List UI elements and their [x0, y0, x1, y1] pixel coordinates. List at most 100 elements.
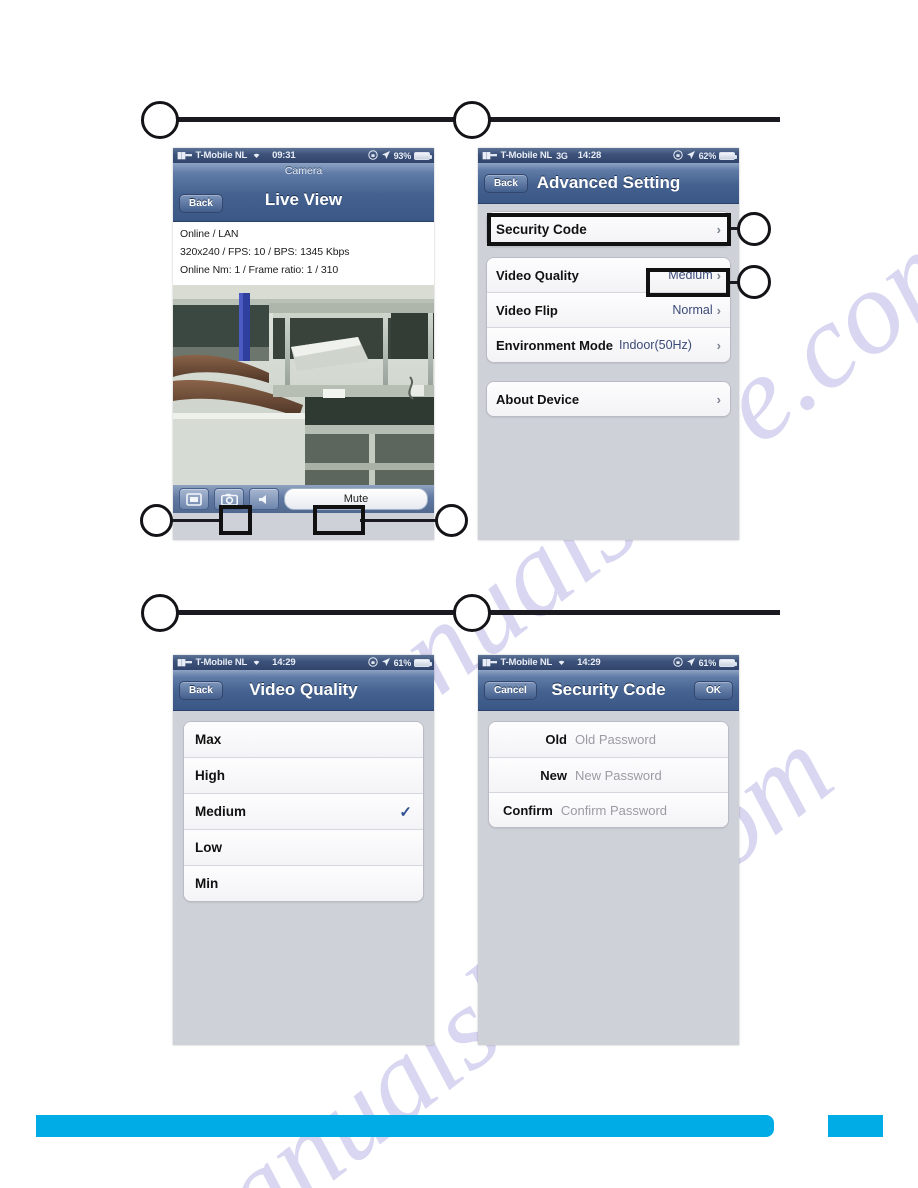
chevron-right-icon: › — [716, 302, 721, 318]
battery-icon — [719, 658, 737, 667]
speaker-button[interactable] — [249, 488, 279, 510]
new-password-row[interactable]: New New Password — [489, 757, 728, 792]
clock-label: 09:31 — [272, 150, 296, 161]
phone-live-view: ▮▮▪▪▪ T-Mobile NL 09:31 93% Camera Live … — [173, 148, 434, 540]
battery-percent-label: 93% — [393, 150, 412, 161]
live-video-frame[interactable] — [173, 285, 434, 485]
wifi-icon — [251, 150, 262, 161]
new-password-label: New — [540, 767, 567, 783]
option-row-high[interactable]: High — [184, 757, 423, 793]
status-bar: ▮▮▪▪▪ T-Mobile NL 3G 14:28 62% — [478, 148, 739, 163]
highlight-security-code — [487, 213, 731, 246]
signal-bars-icon: ▮▮▪▪▪ — [177, 150, 193, 160]
highlight-camera-button — [219, 505, 252, 535]
phone-security-code: ▮▮▪▪▪ T-Mobile NL 14:29 61% Security Cod… — [478, 655, 739, 1045]
callout-circle-security-code — [737, 212, 771, 246]
highlight-mute-button — [313, 505, 365, 535]
location-arrow-icon — [686, 150, 696, 162]
network-type-label: 3G — [556, 150, 568, 161]
option-row-medium[interactable]: Medium ✓ — [184, 793, 423, 829]
callout-circle-top-mid — [453, 101, 491, 139]
battery-icon — [414, 658, 432, 667]
clock-label: 14:29 — [272, 657, 296, 668]
nav-bar: Camera Live View Back — [173, 163, 434, 222]
back-button[interactable]: Back — [179, 680, 223, 700]
clock-label: 14:29 — [577, 657, 601, 668]
cancel-button[interactable]: Cancel — [484, 680, 537, 700]
nav-bar: Advanced Setting Back — [478, 163, 739, 204]
confirm-password-row[interactable]: Confirm Confirm Password — [489, 792, 728, 827]
checkmark-icon: ✓ — [399, 803, 412, 821]
row-label: About Device — [496, 391, 580, 407]
callout-circle-top-left — [141, 101, 179, 139]
carrier-label: T-Mobile NL — [195, 657, 248, 668]
location-arrow-icon — [686, 657, 696, 669]
video-flip-row[interactable]: Video Flip Normal › — [487, 292, 730, 327]
callout-leader-camera — [166, 519, 222, 522]
nav-subtitle: Camera — [284, 165, 323, 177]
rotation-lock-icon — [672, 656, 683, 669]
settings-group: About Device › — [486, 381, 731, 417]
old-password-input[interactable]: Old Password — [575, 732, 656, 747]
new-password-input[interactable]: New Password — [575, 768, 662, 783]
about-device-row[interactable]: About Device › — [487, 382, 730, 416]
status-bar: ▮▮▪▪▪ T-Mobile NL 14:29 61% — [173, 655, 434, 670]
video-still-image — [173, 285, 434, 485]
screen-capture-icon — [186, 492, 202, 506]
callout-circle-mid-left — [141, 594, 179, 632]
ok-button[interactable]: OK — [694, 680, 733, 700]
location-arrow-icon — [381, 150, 391, 162]
status-bar: ▮▮▪▪▪ T-Mobile NL 09:31 93% — [173, 148, 434, 163]
footer-page-chip — [828, 1115, 883, 1137]
carrier-label: T-Mobile NL — [500, 657, 553, 668]
option-label: Max — [195, 732, 222, 747]
carrier-label: T-Mobile NL — [500, 150, 553, 161]
option-row-min[interactable]: Min — [184, 865, 423, 901]
row-label: Video Flip — [496, 302, 558, 318]
rotation-lock-icon — [367, 149, 378, 162]
wifi-icon — [251, 657, 262, 668]
stream-info-block: Online / LAN 320x240 / FPS: 10 / BPS: 13… — [173, 222, 434, 285]
battery-icon — [719, 151, 737, 160]
old-password-row[interactable]: Old Old Password — [489, 722, 728, 757]
chevron-right-icon: › — [716, 337, 721, 353]
nav-bar: Security Code Cancel OK — [478, 670, 739, 711]
confirm-password-label: Confirm — [503, 802, 553, 818]
back-button[interactable]: Back — [179, 193, 223, 213]
back-button[interactable]: Back — [484, 173, 528, 193]
callout-circle-camera — [140, 504, 173, 537]
nav-bar: Video Quality Back — [173, 670, 434, 711]
rotation-lock-icon — [672, 149, 683, 162]
environment-mode-value: Indoor(50Hz) — [619, 338, 692, 352]
carrier-label: T-Mobile NL — [195, 150, 248, 161]
quality-options-list: Max High Medium ✓ Low Min — [173, 711, 434, 902]
option-label: Min — [195, 876, 219, 891]
old-password-label: Old — [545, 732, 567, 747]
phone-video-quality: ▮▮▪▪▪ T-Mobile NL 14:29 61% Video Qualit… — [173, 655, 434, 1045]
option-row-low[interactable]: Low — [184, 829, 423, 865]
option-label: High — [195, 768, 225, 783]
battery-icon — [414, 151, 432, 160]
clock-label: 14:28 — [577, 150, 602, 161]
callout-circle-mid-center — [453, 594, 491, 632]
option-row-max[interactable]: Max — [184, 722, 423, 757]
camera-icon — [220, 493, 238, 506]
signal-bars-icon: ▮▮▪▪▪ — [177, 657, 193, 667]
option-label: Medium — [195, 804, 247, 819]
highlight-video-quality-value — [646, 268, 730, 297]
callout-leader-mute — [360, 519, 440, 522]
signal-bars-icon: ▮▮▪▪▪ — [482, 657, 498, 667]
screen-capture-button[interactable] — [179, 488, 209, 510]
chevron-right-icon: › — [716, 391, 721, 407]
environment-mode-row[interactable]: Environment Mode Indoor(50Hz) › — [487, 327, 730, 362]
live-view-toolbar: Mute — [173, 485, 434, 513]
speaker-icon — [259, 494, 266, 504]
video-flip-value: Normal — [672, 303, 713, 317]
signal-bars-icon: ▮▮▪▪▪ — [482, 150, 498, 160]
watermark-overlay: manualshive.com manualshive.com — [0, 0, 918, 1188]
confirm-password-input[interactable]: Confirm Password — [561, 803, 667, 818]
battery-percent-label: 61% — [393, 657, 412, 668]
location-arrow-icon — [381, 657, 391, 669]
battery-percent-label: 61% — [698, 657, 717, 668]
info-line-status: Online / LAN — [180, 228, 239, 240]
